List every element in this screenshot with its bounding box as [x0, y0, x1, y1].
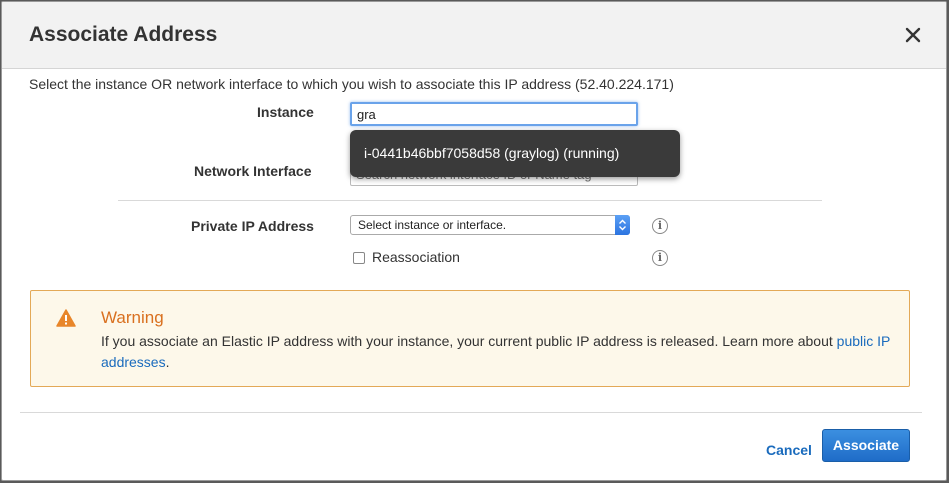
warning-message: If you associate an Elastic IP address w…	[101, 333, 837, 349]
info-icon[interactable]: i	[652, 218, 668, 234]
autocomplete-option[interactable]: i-0441b46bbf7058d58 (graylog) (running)	[364, 145, 619, 161]
warning-suffix: .	[165, 354, 170, 370]
warning-box: Warning If you associate an Elastic IP a…	[30, 290, 910, 387]
warning-icon	[56, 309, 76, 332]
network-interface-label: Network Interface	[194, 163, 312, 179]
instance-autocomplete: i-0441b46bbf7058d58 (graylog) (running)	[350, 130, 680, 177]
instance-label: Instance	[257, 104, 314, 120]
reassociation-label: Reassociation	[372, 249, 460, 265]
cancel-button[interactable]: Cancel	[766, 442, 812, 458]
intro-text: Select the instance OR network interface…	[29, 76, 674, 92]
dialog-title: Associate Address	[29, 23, 218, 46]
instance-input[interactable]	[350, 102, 638, 126]
dialog-header: Associate Address	[2, 2, 946, 69]
private-ip-label: Private IP Address	[191, 218, 314, 234]
footer-divider	[20, 412, 922, 413]
form-divider	[118, 200, 822, 201]
reassociation-checkbox[interactable]	[353, 252, 365, 264]
info-icon[interactable]: i	[652, 250, 668, 266]
associate-button[interactable]: Associate	[822, 429, 910, 462]
associate-address-dialog: Associate Address Select the instance OR…	[1, 1, 947, 481]
chevron-updown-icon	[615, 215, 630, 235]
close-icon[interactable]	[904, 26, 922, 44]
private-ip-selected: Select instance or interface.	[358, 218, 507, 232]
warning-title: Warning	[101, 308, 164, 327]
private-ip-select[interactable]: Select instance or interface.	[350, 215, 630, 235]
warning-text: If you associate an Elastic IP address w…	[101, 331, 896, 373]
